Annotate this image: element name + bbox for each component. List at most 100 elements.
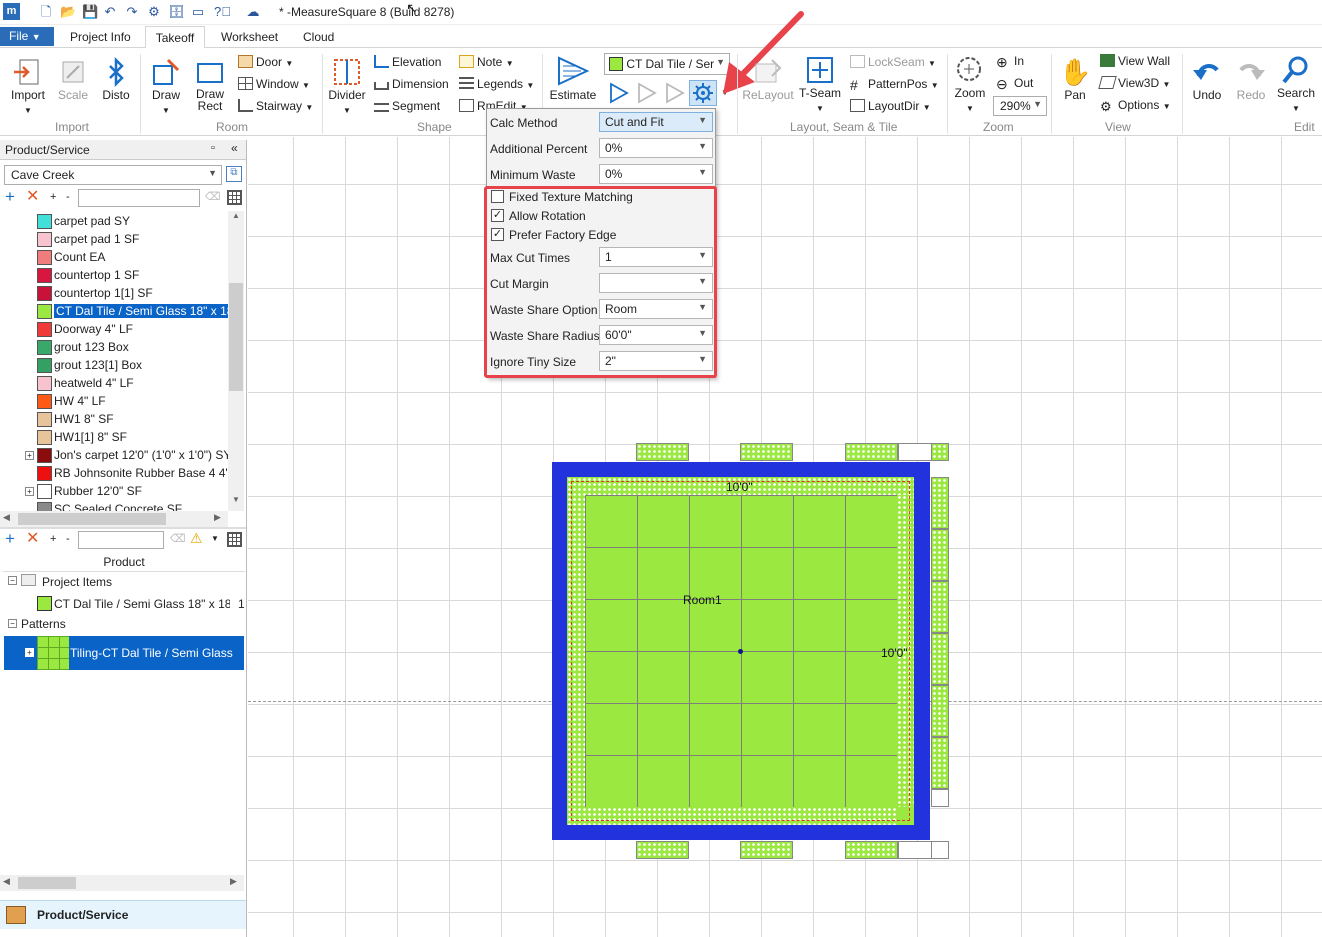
calc-method-select[interactable]: Cut and Fit ▼ (599, 112, 713, 132)
patternpos-button[interactable]: # PatternPos ▼ (850, 77, 939, 92)
tab-takeoff[interactable]: Takeoff (145, 26, 205, 49)
search-button[interactable]: Search ▼ (1274, 54, 1318, 114)
warning-icon[interactable]: ⚠ (190, 530, 203, 547)
product-list-item[interactable]: carpet pad SY (0, 212, 228, 230)
lockseam-button[interactable]: LockSeam ▼ (850, 55, 936, 69)
view-wall-button[interactable]: View Wall (1100, 54, 1170, 68)
product-list-item[interactable]: Doorway 4" LF (0, 320, 228, 338)
divider-button[interactable]: Divider ▼ (327, 56, 367, 116)
estimate-button[interactable]: Estimate (548, 54, 598, 102)
item-search-input[interactable] (78, 531, 164, 549)
tab-worksheet[interactable]: Worksheet (221, 30, 278, 44)
product-list-vscroll[interactable]: ▲ ▼ (228, 211, 244, 511)
dimension-button[interactable]: Dimension (374, 77, 449, 91)
help-icon[interactable]: ?⃝ (214, 4, 231, 20)
collapse-all-icon[interactable]: - (66, 191, 70, 203)
float-panel-icon[interactable]: ▫ (211, 142, 215, 154)
disto-button[interactable]: Disto (98, 56, 134, 102)
import-button[interactable]: Import ▼ (8, 56, 48, 116)
settings-icon[interactable]: ⚙ (146, 4, 162, 20)
zoom-out-button[interactable]: ⊖ Out (996, 76, 1033, 91)
product-list-item[interactable]: HW 4" LF (0, 392, 228, 410)
zoom-level-select[interactable]: 290% ▼ (993, 96, 1047, 116)
items-hscroll[interactable]: ◀ ▶ (0, 875, 244, 891)
room-name-label[interactable]: Room1 (683, 593, 722, 607)
product-list-item[interactable]: + Jon's carpet 12'0" (1'0" x 1'0") SY (0, 446, 228, 464)
bottom-tab-product-service[interactable]: Product/Service (0, 900, 246, 929)
grid-view-icon[interactable] (227, 190, 242, 205)
expand-product-icon[interactable]: + (25, 487, 34, 496)
save-icon[interactable]: 💾 (82, 4, 98, 20)
warning-dropdown-icon[interactable]: ▼ (211, 534, 219, 543)
product-list-item[interactable]: HW1[1] 8" SF (0, 428, 228, 446)
items-grid-view-icon[interactable] (227, 532, 242, 547)
minimum-waste-select[interactable]: 0% ▼ (599, 164, 713, 184)
layoutdir-button[interactable]: LayoutDir ▼ (850, 99, 931, 113)
project-select[interactable]: Cave Creek ▼ (4, 165, 222, 185)
play-layout-icon[interactable] (606, 81, 630, 105)
product-list-item[interactable]: SC Sealed Concrete SF (0, 500, 228, 511)
database-icon[interactable]: 🗄 (168, 4, 185, 20)
expand-product-icon[interactable]: + (25, 451, 34, 460)
window-button[interactable]: Window ▼ (238, 77, 310, 91)
view3d-button[interactable]: View3D ▼ (1098, 76, 1170, 90)
delete-item-icon[interactable]: ✕ (26, 531, 39, 547)
legends-button[interactable]: Legends ▼ (459, 77, 534, 91)
pan-button[interactable]: ✋ Pan (1056, 56, 1094, 102)
expand-items-icon[interactable]: + (50, 533, 56, 545)
collapse-panel-icon[interactable]: « (231, 141, 238, 155)
collapse-patterns-icon[interactable]: − (8, 619, 17, 628)
zoom-button[interactable]: Zoom ▼ (951, 54, 989, 114)
tab-project-info[interactable]: Project Info (70, 30, 131, 44)
product-list-hscroll[interactable]: ◀ ▶ (0, 511, 228, 527)
layout-settings-gear-button[interactable] (689, 80, 717, 106)
product-list-item[interactable]: countertop 1[1] SF (0, 284, 228, 302)
clear-search-icon[interactable]: ⌫ (205, 190, 221, 203)
stairway-button[interactable]: Stairway ▼ (238, 99, 313, 113)
play-layout-3-icon[interactable] (662, 81, 686, 105)
scale-button[interactable]: Scale (55, 56, 91, 102)
play-layout-2-icon[interactable] (634, 81, 658, 105)
product-list-item[interactable]: RB Johnsonite Rubber Base 4 4" LF (0, 464, 228, 482)
product-list-item[interactable]: grout 123 Box (0, 338, 228, 356)
product-list-item[interactable]: grout 123[1] Box (0, 356, 228, 374)
draw-button[interactable]: Draw ▼ (147, 56, 185, 116)
options-button[interactable]: ⚙ Options ▼ (1100, 98, 1171, 113)
collapse-items-icon[interactable]: - (66, 533, 70, 545)
expand-all-icon[interactable]: + (50, 191, 56, 203)
add-product-icon[interactable]: + (5, 188, 15, 205)
undo-button[interactable]: Undo (1186, 56, 1228, 102)
door-button[interactable]: Door ▼ (238, 55, 293, 69)
clear-item-search-icon[interactable]: ⌫ (170, 532, 186, 545)
undo-quick-icon[interactable]: ↶ (102, 4, 118, 20)
tab-cloud[interactable]: Cloud (303, 30, 334, 44)
room-center-point[interactable] (738, 649, 743, 654)
product-list-item[interactable]: heatweld 4" LF (0, 374, 228, 392)
copy-project-icon[interactable]: ⧉ (226, 166, 242, 182)
product-list-item[interactable]: Count EA (0, 248, 228, 266)
screen-icon[interactable]: ▭ (190, 4, 206, 20)
product-list-item[interactable]: CT Dal Tile / Semi Glass 18" x 18" (0, 302, 228, 320)
redo-quick-icon[interactable]: ↷ (124, 4, 140, 20)
new-file-icon[interactable]: 🗋 (38, 4, 54, 20)
segment-button[interactable]: Segment (374, 99, 440, 113)
product-column-header[interactable]: Product (3, 552, 245, 572)
elevation-button[interactable]: Elevation (374, 55, 441, 69)
product-list-item[interactable]: carpet pad 1 SF (0, 230, 228, 248)
redo-button[interactable]: Redo (1230, 56, 1272, 102)
project-item-label[interactable]: CT Dal Tile / Semi Glass 18" x 18" (54, 597, 230, 611)
tseam-button[interactable]: T-Seam ▼ (798, 54, 842, 114)
product-list-item[interactable]: countertop 1 SF (0, 266, 228, 284)
note-button[interactable]: Note ▼ (459, 55, 514, 69)
expand-pattern-icon[interactable]: + (25, 648, 34, 657)
collapse-project-items-icon[interactable]: − (8, 576, 17, 585)
additional-percent-select[interactable]: 0% ▼ (599, 138, 713, 158)
draw-rect-button[interactable]: Draw Rect (190, 56, 230, 113)
cloud-icon[interactable]: ☁ (245, 4, 261, 20)
product-list-item[interactable]: HW1 8" SF (0, 410, 228, 428)
product-list-item[interactable]: + Rubber 12'0" SF (0, 482, 228, 500)
zoom-in-button[interactable]: ⊕ In (996, 54, 1024, 69)
open-folder-icon[interactable]: 📂 (60, 4, 76, 20)
pattern-row[interactable]: + Tiling-CT Dal Tile / Semi Glass (4, 636, 244, 670)
relayout-button[interactable]: ReLayout (742, 56, 794, 102)
